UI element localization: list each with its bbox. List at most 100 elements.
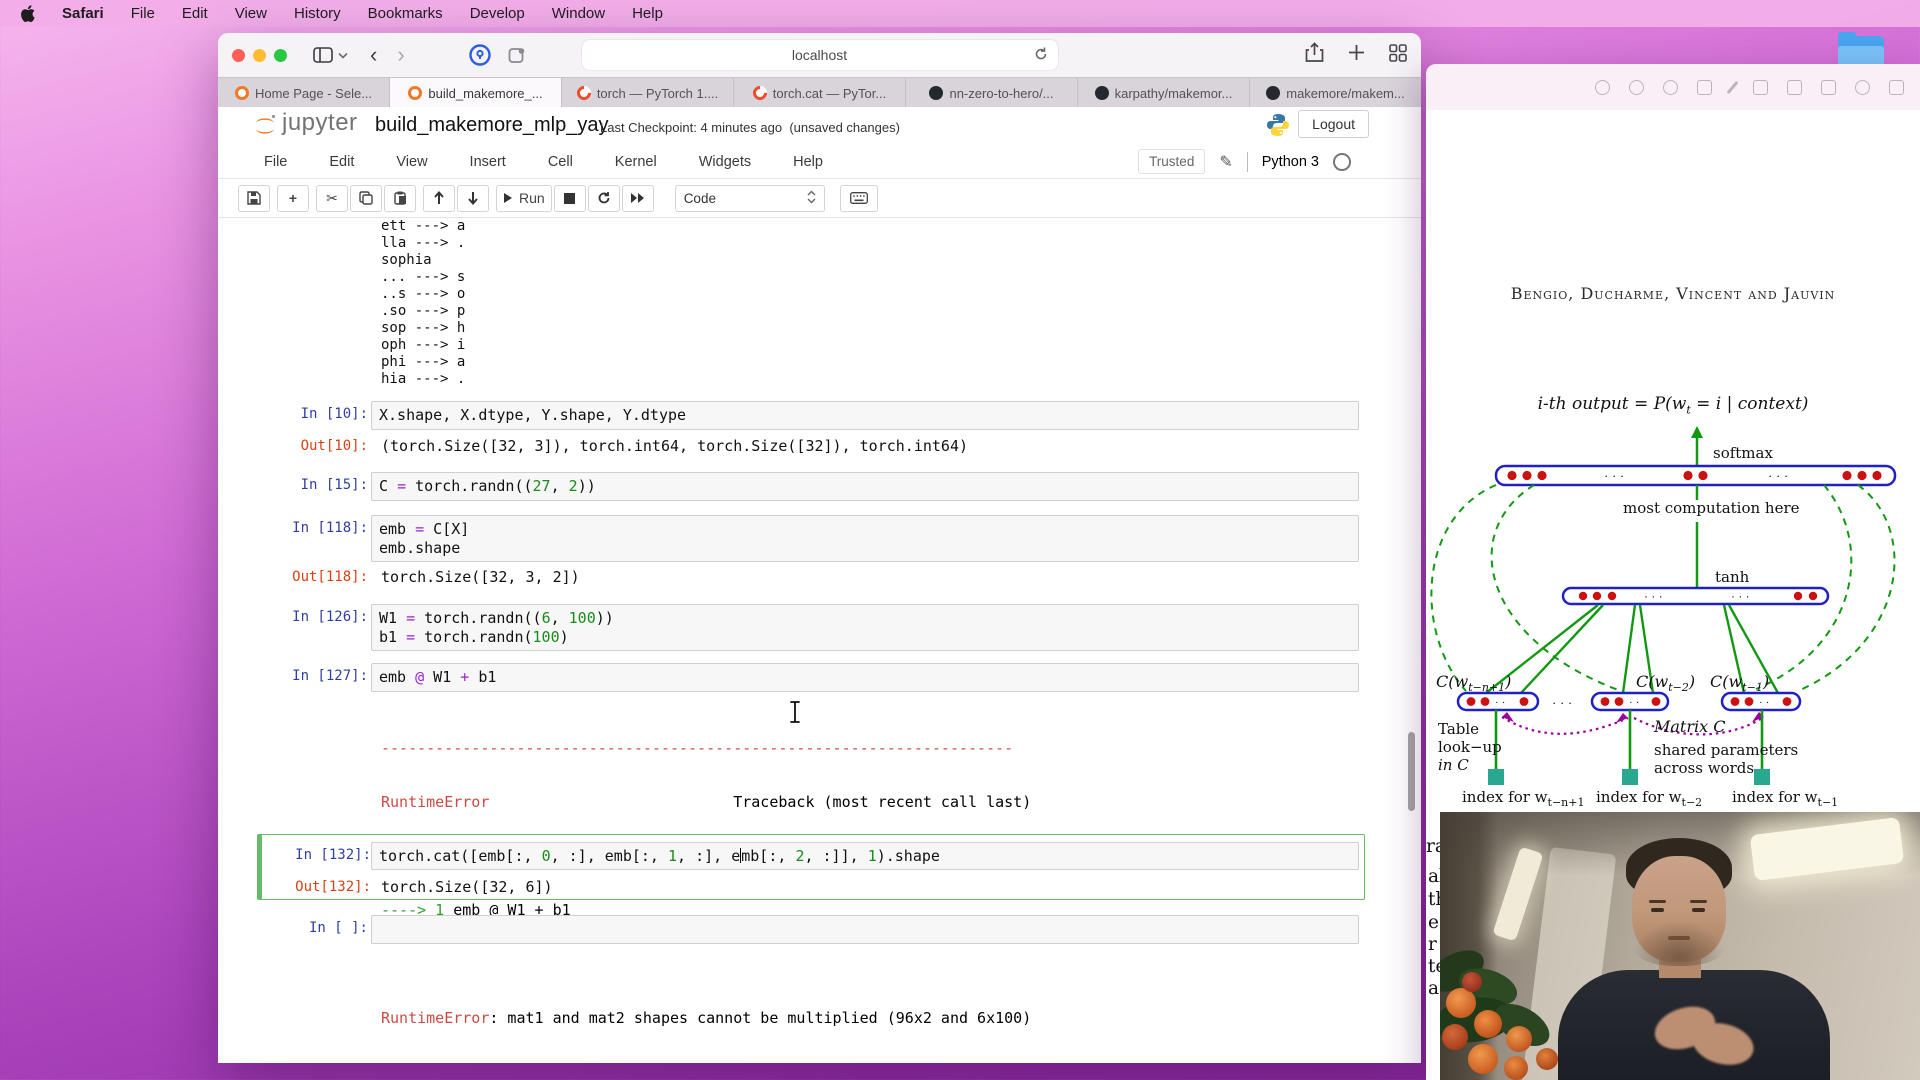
nb-menu-widgets[interactable]: Widgets [699,154,751,170]
sidebar-icon[interactable] [1889,80,1904,95]
pen-icon[interactable] [1753,80,1768,95]
jupyter-wordmark[interactable]: jupyter [282,109,358,137]
webcam-video [1440,812,1920,1080]
move-cell-up-button[interactable] [423,185,455,212]
output-prompt: Out[132]: [262,879,371,895]
figure-c3-label: C(wt−1) [1710,672,1769,694]
menu-file[interactable]: File [131,5,155,22]
restart-kernel-button[interactable] [588,185,620,212]
forward-button[interactable]: › [397,44,404,66]
menu-history[interactable]: History [294,5,341,22]
speaker-beard [1632,920,1726,966]
minimize-window-button[interactable] [253,49,266,62]
nb-menu-insert[interactable]: Insert [470,154,506,170]
zoom-window-button[interactable] [274,49,287,62]
jupyter-icon [235,86,249,100]
figure-matrix-c-label: Matrix C [1654,717,1725,736]
github-icon [1266,86,1280,100]
menu-bookmarks[interactable]: Bookmarks [368,5,443,22]
restart-run-all-button[interactable] [622,185,654,212]
code-cell-input[interactable]: emb @ W1 + b1 [371,663,1359,692]
nb-menu-cell[interactable]: Cell [548,154,573,170]
flower [1504,1056,1528,1080]
pdf-toolbar [1426,64,1920,110]
tab-bar: Home Page - Sele... build_makemore_... t… [218,77,1421,108]
run-cell-button[interactable]: Run [496,185,552,212]
tab-torch-docs[interactable]: torch — PyTorch 1.... [562,78,734,108]
zoom-out-icon[interactable] [1629,80,1644,95]
empty-code-cell-input[interactable] [371,915,1359,944]
code-cell-input[interactable]: W1 = torch.randn((6, 100))b1 = torch.ran… [371,604,1359,651]
address-bar[interactable]: localhost [582,40,1058,70]
paste-cell-button[interactable] [384,185,416,212]
info-icon[interactable] [1595,80,1610,95]
cell-type-select[interactable]: Code [675,185,825,212]
flower [1474,1010,1502,1038]
command-palette-icon[interactable] [840,185,878,212]
cell-output-text: (torch.Size([32, 3]), torch.int64, torch… [381,437,968,456]
nb-menu-kernel[interactable]: Kernel [615,154,657,170]
nb-menu-help[interactable]: Help [793,154,823,170]
tab-build-makemore[interactable]: build_makemore_... [390,78,562,108]
menu-develop[interactable]: Develop [470,5,525,22]
tab-overview-icon[interactable] [1389,44,1407,67]
kernel-status-icon [1333,153,1351,171]
add-cell-button[interactable]: + [277,185,309,212]
edit-kernel-icon[interactable]: ✎ [1219,152,1232,172]
nb-menu-view[interactable]: View [396,154,427,170]
figure-index2-label: index for wt−2 [1596,788,1702,809]
code-cell-input[interactable]: C = torch.randn((27, 2)) [371,472,1359,501]
tab-karpathy-makemore[interactable]: karpathy/makemor... [1078,78,1250,108]
menu-edit[interactable]: Edit [182,5,208,22]
svg-text:· ·: · · [1759,697,1769,709]
menu-view[interactable]: View [235,5,267,22]
code-cell-input[interactable]: emb = C[X]emb.shape [371,515,1359,562]
interrupt-kernel-button[interactable] [554,185,586,212]
copy-cell-button[interactable] [350,185,382,212]
figure-table-lookup-label: Tablelook−upin C [1438,720,1502,774]
crop-icon[interactable] [1821,80,1836,95]
cell-output-stdout: ett ---> alla ---> . sophia... ---> s ..… [381,218,465,388]
menu-window[interactable]: Window [552,5,605,22]
markup-icon[interactable] [1727,80,1739,93]
zoom-in-icon[interactable] [1663,80,1678,95]
trusted-badge[interactable]: Trusted [1138,149,1205,174]
cut-cell-button[interactable]: ✂ [316,185,348,212]
safari-toolbar: ‹ › localhost [218,33,1421,77]
menu-help[interactable]: Help [632,5,663,22]
reload-icon[interactable] [1033,46,1049,65]
nb-menu-file[interactable]: File [264,154,287,170]
code-cell-input[interactable]: torch.cat([emb[:, 0, :], emb[:, 1, :], e… [371,842,1359,870]
figure-tanh-label: tanh [1715,568,1749,586]
save-button[interactable] [238,185,270,212]
back-button[interactable]: ‹ [370,44,377,66]
tab-nn-zero-to-hero[interactable]: nn-zero-to-hero/... [906,78,1078,108]
share-icon[interactable] [1305,42,1324,68]
svg-text:· · ·: · · · [1768,468,1788,483]
figure-most-computation-label: most computation here [1623,499,1793,517]
search-icon[interactable] [1855,80,1870,95]
apple-icon[interactable] [20,5,35,22]
textbox-icon[interactable] [1787,80,1802,95]
input-prompt: In [10]: [238,406,368,422]
scrollbar[interactable] [1408,732,1415,811]
sidebar-icon[interactable] [313,47,348,63]
move-cell-down-button[interactable] [457,185,489,212]
onepassword-extension-icon[interactable] [469,44,491,66]
new-tab-icon[interactable] [1348,44,1365,66]
close-window-button[interactable] [232,49,245,62]
menu-safari[interactable]: Safari [62,5,104,22]
code-cell-input[interactable]: X.shape, X.dtype, Y.shape, Y.dtype [371,401,1359,430]
jupyter-logo-icon[interactable] [252,113,278,144]
browser-extension-icon[interactable] [507,45,527,65]
tab-torch-cat-docs[interactable]: torch.cat — PyTor... [734,78,906,108]
share-icon[interactable] [1697,80,1712,95]
tab-home-page[interactable]: Home Page - Sele... [218,78,390,108]
notebook-title[interactable]: build_makemore_mlp_yay [375,114,608,137]
divider [1247,152,1248,172]
flower [1442,1024,1468,1050]
selected-cell[interactable]: In [132]: torch.cat([emb[:, 0, :], emb[:… [257,834,1365,900]
tab-makemore-repo[interactable]: makemore/makem... [1250,78,1421,108]
nb-menu-edit[interactable]: Edit [329,154,354,170]
logout-button[interactable]: Logout [1298,110,1369,138]
